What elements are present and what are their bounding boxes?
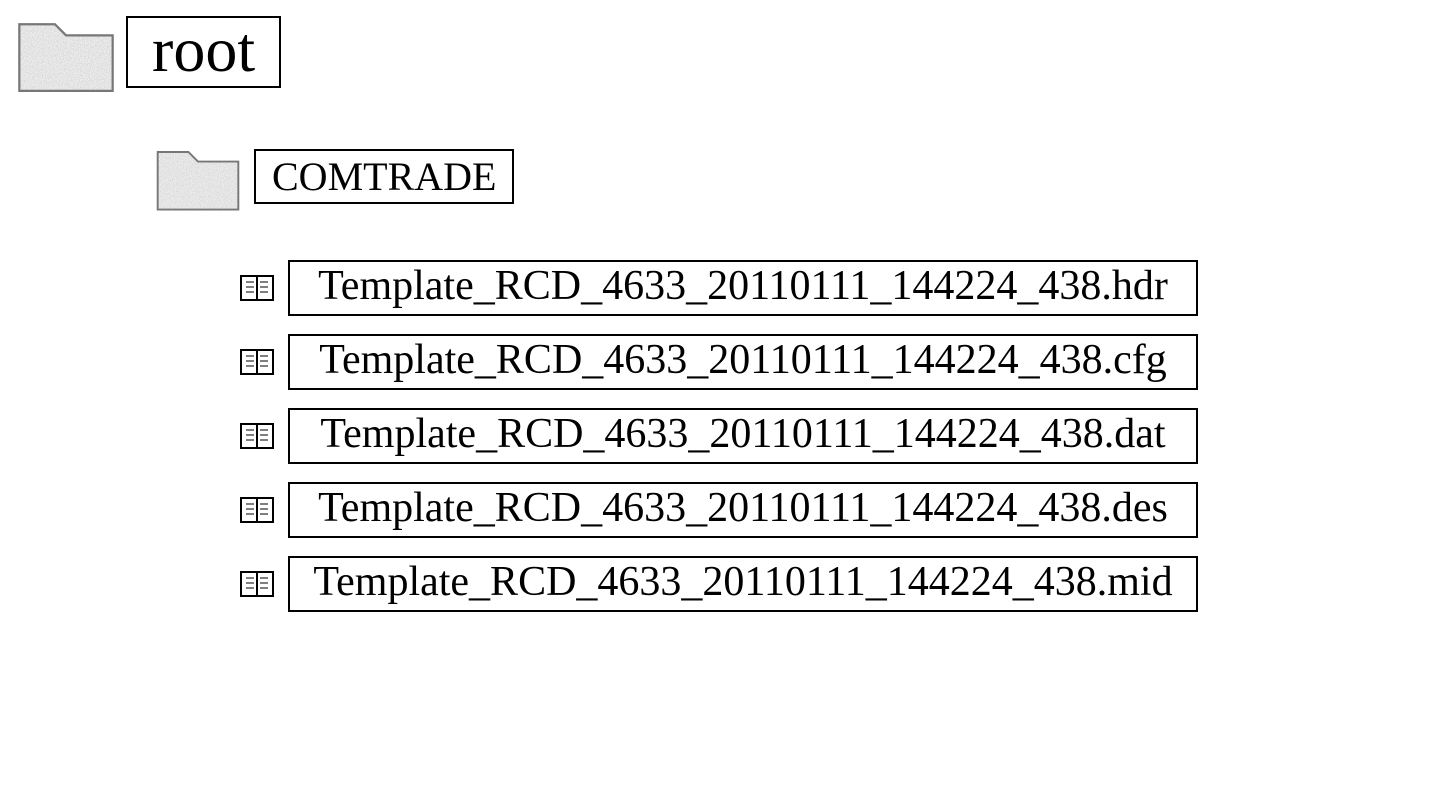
folder-icon bbox=[10, 2, 122, 102]
root-label: root bbox=[126, 16, 281, 88]
folder-icon bbox=[150, 132, 246, 220]
file-name: Template_RCD_4633_20110111_144224_438.cf… bbox=[288, 334, 1198, 390]
file-item[interactable]: Template_RCD_4633_20110111_144224_438.de… bbox=[240, 482, 1198, 538]
file-name: Template_RCD_4633_20110111_144224_438.mi… bbox=[288, 556, 1198, 612]
file-item[interactable]: Template_RCD_4633_20110111_144224_438.cf… bbox=[240, 334, 1198, 390]
file-item[interactable]: Template_RCD_4633_20110111_144224_438.mi… bbox=[240, 556, 1198, 612]
document-icon bbox=[240, 273, 274, 303]
document-icon bbox=[240, 569, 274, 599]
subfolder-label: COMTRADE bbox=[254, 149, 514, 204]
file-item[interactable]: Template_RCD_4633_20110111_144224_438.hd… bbox=[240, 260, 1198, 316]
file-name: Template_RCD_4633_20110111_144224_438.da… bbox=[288, 408, 1198, 464]
file-name: Template_RCD_4633_20110111_144224_438.hd… bbox=[288, 260, 1198, 316]
root-node[interactable]: root bbox=[10, 2, 1198, 102]
file-list: Template_RCD_4633_20110111_144224_438.hd… bbox=[240, 260, 1198, 612]
subfolder-node[interactable]: COMTRADE bbox=[150, 132, 1198, 220]
document-icon bbox=[240, 495, 274, 525]
file-tree: root COMTRADE bbox=[10, 2, 1198, 630]
file-name: Template_RCD_4633_20110111_144224_438.de… bbox=[288, 482, 1198, 538]
file-item[interactable]: Template_RCD_4633_20110111_144224_438.da… bbox=[240, 408, 1198, 464]
document-icon bbox=[240, 347, 274, 377]
document-icon bbox=[240, 421, 274, 451]
